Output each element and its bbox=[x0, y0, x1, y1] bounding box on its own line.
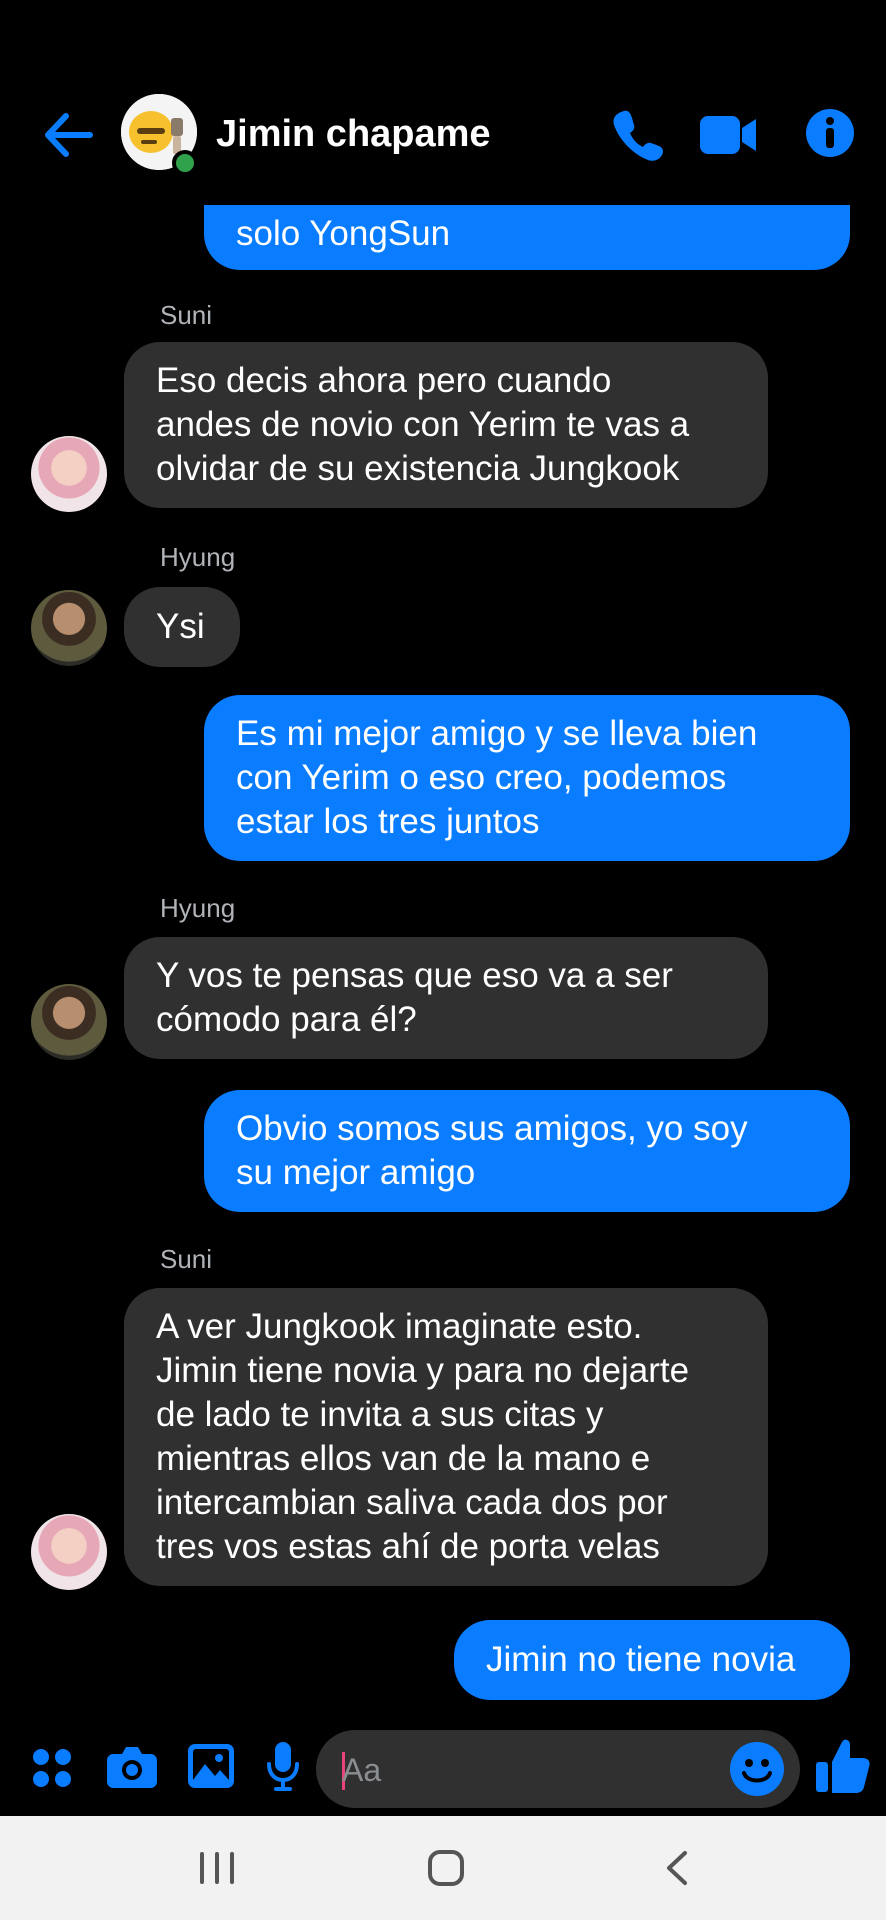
thumbs-up-icon[interactable] bbox=[816, 1738, 870, 1794]
message-line: intercambian saliva cada dos por bbox=[156, 1483, 668, 1522]
sender-name: Hyung bbox=[160, 542, 236, 572]
sender-avatar-suni[interactable] bbox=[31, 436, 107, 512]
sender-avatar-hyung[interactable] bbox=[31, 590, 107, 666]
message-line: olvidar de su existencia Jungkook bbox=[156, 449, 680, 488]
message-input-placeholder: Aa bbox=[342, 1752, 382, 1788]
message-line: de lado te invita a sus citas y bbox=[156, 1395, 604, 1434]
image-icon[interactable] bbox=[188, 1744, 234, 1788]
online-status-dot bbox=[172, 150, 198, 176]
chevron-left-icon[interactable] bbox=[663, 1850, 689, 1886]
recent-apps-icon[interactable] bbox=[198, 1850, 236, 1886]
incoming-message[interactable]: Y vos te pensas que eso va a ser cómodo … bbox=[124, 937, 768, 1059]
phone-icon[interactable] bbox=[610, 108, 666, 162]
message-line: su mejor amigo bbox=[236, 1153, 476, 1192]
microphone-icon[interactable] bbox=[266, 1742, 300, 1792]
message-line: estar los tres juntos bbox=[236, 802, 540, 841]
message-text: solo YongSun bbox=[236, 214, 451, 253]
sender-name: Hyung bbox=[160, 893, 236, 923]
outgoing-message[interactable]: Jimin no tiene novia bbox=[454, 1620, 850, 1700]
message-line: Es mi mejor amigo y se lleva bien bbox=[236, 714, 758, 753]
info-icon[interactable] bbox=[806, 109, 854, 157]
camera-icon[interactable] bbox=[107, 1744, 157, 1788]
message-line: A ver Jungkook imaginate esto. bbox=[156, 1307, 643, 1346]
message-line: Obvio somos sus amigos, yo soy bbox=[236, 1109, 748, 1148]
sender-name: Suni bbox=[160, 300, 213, 330]
video-camera-icon[interactable] bbox=[700, 112, 758, 158]
message-text: Jimin no tiene novia bbox=[486, 1640, 796, 1679]
smiley-icon[interactable] bbox=[730, 1742, 784, 1796]
incoming-message[interactable]: A ver Jungkook imaginate esto. Jimin tie… bbox=[124, 1288, 768, 1586]
message-line: mientras ellos van de la mano e bbox=[156, 1439, 651, 1478]
home-icon[interactable] bbox=[428, 1850, 464, 1886]
message-line: andes de novio con Yerim te vas a bbox=[156, 405, 690, 444]
incoming-message[interactable]: Ysi bbox=[124, 587, 240, 667]
outgoing-message[interactable]: Es mi mejor amigo y se lleva bien con Ye… bbox=[204, 695, 850, 861]
message-input[interactable] bbox=[316, 1730, 800, 1808]
sender-name: Suni bbox=[160, 1244, 213, 1274]
conversation-title[interactable]: Jimin chapame bbox=[216, 110, 491, 158]
incoming-message[interactable]: Eso decis ahora pero cuando andes de nov… bbox=[124, 342, 768, 508]
sender-avatar-hyung[interactable] bbox=[31, 984, 107, 1060]
message-text: Ysi bbox=[156, 607, 205, 646]
outgoing-message[interactable]: Obvio somos sus amigos, yo soy su mejor … bbox=[204, 1090, 850, 1212]
sender-avatar-suni[interactable] bbox=[31, 1514, 107, 1590]
message-line: Eso decis ahora pero cuando bbox=[156, 361, 612, 400]
message-line: Y vos te pensas que eso va a ser bbox=[156, 956, 673, 995]
message-line: tres vos estas ahí de porta velas bbox=[156, 1527, 660, 1566]
message-line: Jimin tiene novia y para no dejarte bbox=[156, 1351, 690, 1390]
four-dots-menu-icon[interactable] bbox=[32, 1748, 72, 1788]
back-arrow-icon[interactable] bbox=[40, 110, 96, 160]
message-line: con Yerim o eso creo, podemos bbox=[236, 758, 727, 797]
message-line: cómodo para él? bbox=[156, 1000, 417, 1039]
